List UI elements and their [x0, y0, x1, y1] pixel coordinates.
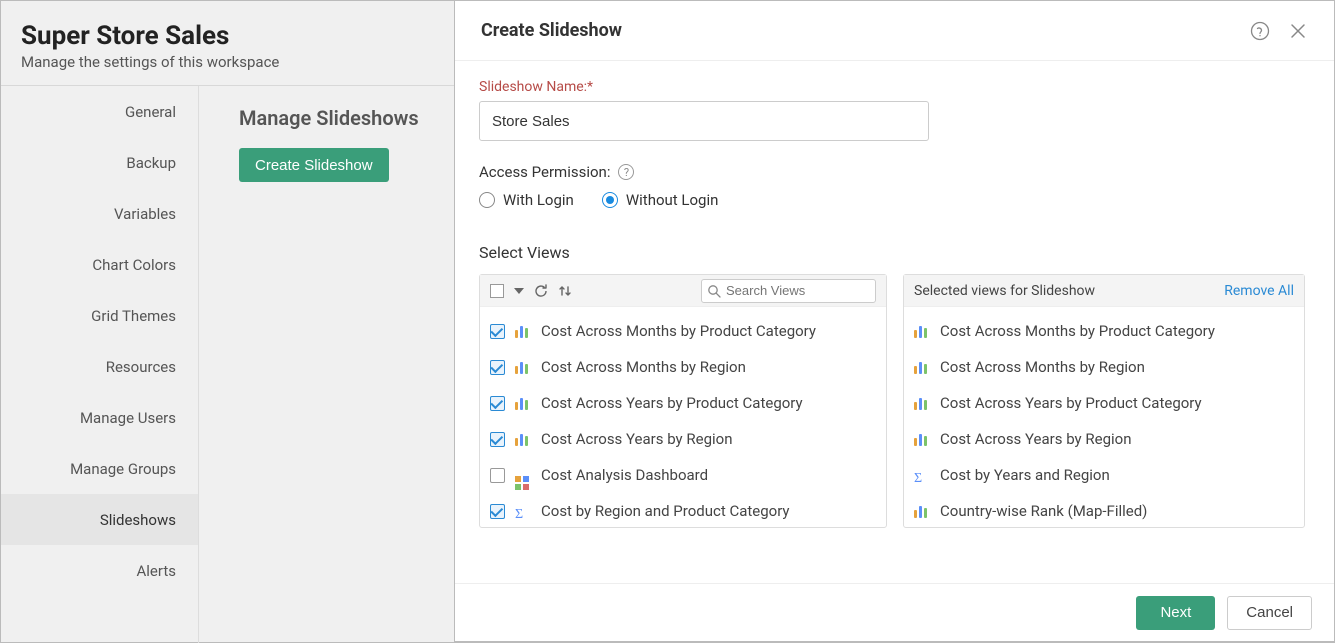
- bar-chart-icon: [914, 324, 930, 338]
- cancel-button[interactable]: Cancel: [1227, 596, 1312, 630]
- search-icon: [707, 283, 721, 302]
- available-view-row[interactable]: Cost Across Months by Product Category: [480, 313, 886, 349]
- view-label: Cost Across Years by Region: [940, 430, 1131, 448]
- view-label: Cost by Years and Region: [940, 466, 1110, 484]
- sort-icon[interactable]: [558, 284, 572, 298]
- view-label: Cost by Region and Product Category: [541, 502, 790, 520]
- view-label: Cost Across Years by Product Category: [541, 394, 803, 412]
- selected-view-row[interactable]: Cost Across Months by Region: [904, 349, 1304, 385]
- selected-view-row[interactable]: Cost Across Months by Product Category: [904, 313, 1304, 349]
- bar-chart-icon: [515, 396, 531, 410]
- close-icon[interactable]: [1288, 21, 1308, 41]
- next-button[interactable]: Next: [1136, 596, 1215, 630]
- view-label: Cost Across Years by Product Category: [940, 394, 1202, 412]
- view-label: Cost Across Months by Region: [541, 358, 746, 376]
- view-checkbox[interactable]: [490, 360, 505, 375]
- sigma-icon: Σ: [914, 468, 930, 482]
- refresh-icon[interactable]: [534, 284, 548, 298]
- bar-chart-icon: [914, 396, 930, 410]
- bar-chart-icon: [515, 324, 531, 338]
- modal-header: Create Slideshow: [455, 1, 1334, 61]
- view-label: Country-wise Rank (Map-Filled): [940, 502, 1147, 520]
- view-label: Cost Across Months by Product Category: [940, 322, 1215, 340]
- access-permission-label: Access Permission:: [479, 163, 610, 181]
- view-checkbox[interactable]: [490, 396, 505, 411]
- selected-view-row[interactable]: Cost Across Years by Product Category: [904, 385, 1304, 421]
- sigma-icon: Σ: [515, 504, 531, 518]
- without-login-radio[interactable]: Without Login: [602, 191, 719, 209]
- chevron-down-icon[interactable]: [514, 286, 524, 296]
- selected-views-heading: Selected views for Slideshow: [914, 283, 1095, 299]
- slideshow-name-label: Slideshow Name:*: [479, 79, 1310, 95]
- bar-chart-icon: [515, 360, 531, 374]
- bar-chart-icon: [914, 360, 930, 374]
- selected-views-panel: Selected views for Slideshow Remove All …: [903, 274, 1305, 528]
- view-checkbox[interactable]: [490, 324, 505, 339]
- select-all-checkbox[interactable]: [490, 284, 504, 298]
- available-views-panel: Cost Across Months by Product Category Co…: [479, 274, 887, 528]
- select-views-heading: Select Views: [479, 243, 1310, 262]
- create-slideshow-modal: Create Slideshow Slideshow Name:* Access…: [454, 1, 1334, 642]
- search-views-input[interactable]: [701, 279, 876, 303]
- available-view-row[interactable]: Σ Cost by Region and Product Category: [480, 493, 886, 527]
- view-label: Cost Across Months by Product Category: [541, 322, 816, 340]
- without-login-label: Without Login: [626, 191, 719, 209]
- selected-view-row[interactable]: Country-wise Rank (Map-Filled): [904, 493, 1304, 527]
- slideshow-name-input[interactable]: [479, 101, 929, 141]
- bar-chart-icon: [914, 504, 930, 518]
- help-icon[interactable]: [1250, 21, 1270, 41]
- view-checkbox[interactable]: [490, 504, 505, 519]
- bar-chart-icon: [515, 432, 531, 446]
- modal-title: Create Slideshow: [481, 20, 622, 41]
- available-view-row[interactable]: Cost Across Months by Region: [480, 349, 886, 385]
- view-checkbox[interactable]: [490, 468, 505, 483]
- view-label: Cost Across Months by Region: [940, 358, 1145, 376]
- selected-view-row[interactable]: Σ Cost by Years and Region: [904, 457, 1304, 493]
- view-label: Cost Analysis Dashboard: [541, 466, 708, 484]
- available-view-row[interactable]: Cost Analysis Dashboard: [480, 457, 886, 493]
- with-login-radio[interactable]: With Login: [479, 191, 574, 209]
- bar-chart-icon: [914, 432, 930, 446]
- help-icon[interactable]: ?: [618, 164, 634, 180]
- selected-view-row[interactable]: Cost Across Years by Region: [904, 421, 1304, 457]
- available-view-row[interactable]: Cost Across Years by Product Category: [480, 385, 886, 421]
- with-login-label: With Login: [503, 191, 574, 209]
- view-checkbox[interactable]: [490, 432, 505, 447]
- available-view-row[interactable]: Cost Across Years by Region: [480, 421, 886, 457]
- remove-all-link[interactable]: Remove All: [1224, 283, 1294, 299]
- modal-footer: Next Cancel: [455, 583, 1334, 641]
- view-label: Cost Across Years by Region: [541, 430, 732, 448]
- dashboard-icon: [515, 468, 531, 482]
